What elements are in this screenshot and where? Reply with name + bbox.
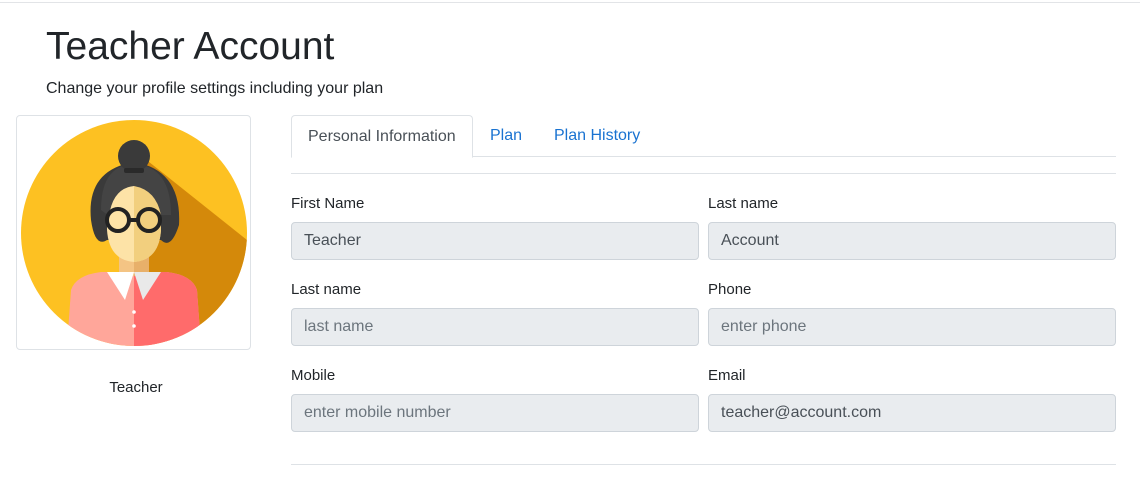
avatar-card <box>16 115 251 350</box>
first-name-label: First Name <box>291 195 365 212</box>
form-divider-bottom <box>291 464 1116 465</box>
profile-name: Teacher <box>109 379 163 396</box>
form-divider-top <box>291 173 1116 174</box>
mobile-field[interactable] <box>291 394 699 432</box>
email-label: Email <box>708 367 746 384</box>
phone-label: Phone <box>708 281 752 298</box>
tab-plan-history[interactable]: Plan History <box>554 115 640 157</box>
email-field[interactable] <box>708 394 1116 432</box>
tab-plan[interactable]: Plan <box>490 115 522 157</box>
profile-tabs: Personal Information Plan Plan History <box>291 115 1116 158</box>
mobile-label: Mobile <box>291 367 336 384</box>
last-name-2-field[interactable] <box>291 308 699 346</box>
phone-field[interactable] <box>708 308 1116 346</box>
last-name-field[interactable] <box>708 222 1116 260</box>
first-name-field[interactable] <box>291 222 699 260</box>
page-title: Teacher Account <box>46 25 335 68</box>
last-name-2-label: Last name <box>291 281 362 298</box>
top-rule <box>0 2 1140 3</box>
teacher-avatar-icon <box>21 120 247 346</box>
page-subtitle: Change your profile settings including y… <box>46 80 384 97</box>
tab-personal-information[interactable]: Personal Information <box>291 115 473 158</box>
last-name-label: Last name <box>708 195 779 212</box>
